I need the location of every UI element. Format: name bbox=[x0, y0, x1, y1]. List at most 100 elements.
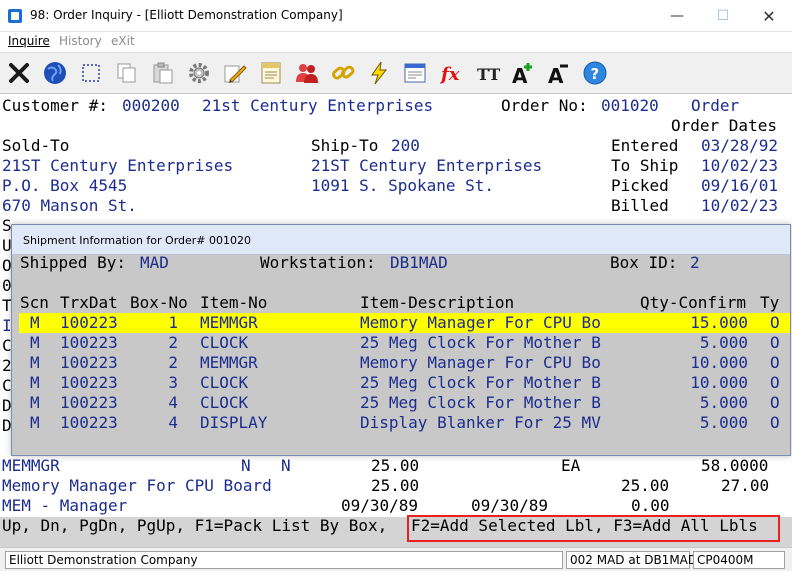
row-cell-date: 100223 bbox=[60, 393, 118, 412]
shipped-by-value: MAD bbox=[140, 253, 169, 272]
col-item-description: Item-Description bbox=[360, 293, 515, 312]
line-date-2: 09/30/89 bbox=[471, 496, 549, 515]
line-value-3: 0.00 bbox=[631, 496, 670, 515]
row-cell-box: 4 bbox=[168, 413, 178, 432]
row-cell-box: 1 bbox=[168, 313, 178, 332]
menu-history[interactable]: History bbox=[59, 34, 102, 48]
row-cell-qty: 10.000 bbox=[690, 373, 748, 392]
notes-icon[interactable] bbox=[255, 57, 287, 89]
row-cell-scn: M bbox=[30, 353, 40, 372]
minimize-button[interactable]: — bbox=[654, 0, 700, 32]
users-icon[interactable] bbox=[291, 57, 323, 89]
date-label-picked: Picked bbox=[611, 176, 669, 195]
sold-to-label: Sold-To bbox=[2, 136, 70, 155]
menu-inquire[interactable]: Inquire bbox=[8, 34, 50, 48]
row-cell-box: 3 bbox=[168, 373, 178, 392]
order-dates-label: Order Dates bbox=[671, 116, 777, 135]
row-cell-desc: Memory Manager For CPU Bo bbox=[360, 353, 601, 372]
settings-icon[interactable] bbox=[183, 57, 215, 89]
row-cell-ty: O bbox=[770, 393, 780, 412]
row-cell-qty: 5.000 bbox=[699, 333, 748, 352]
line-description: Memory Manager For CPU Board bbox=[2, 476, 272, 495]
globe-icon[interactable] bbox=[39, 57, 71, 89]
row-cell-scn: M bbox=[30, 333, 40, 352]
svg-text:fx: fx bbox=[439, 64, 460, 85]
table-row[interactable]: M 100223 3 CLOCK 25 Meg Clock For Mother B 10… bbox=[12, 373, 790, 393]
row-cell-qty: 5.000 bbox=[699, 393, 748, 412]
table-row[interactable]: M 100223 2 CLOCK 25 Meg Clock For Mother B 5.… bbox=[12, 333, 790, 353]
paste-icon[interactable] bbox=[147, 57, 179, 89]
line-value-1: 25.00 bbox=[621, 476, 670, 495]
font-increase-icon[interactable]: A bbox=[507, 57, 539, 89]
date-value-entered: 03/28/92 bbox=[701, 136, 779, 155]
date-value-picked: 09/16/01 bbox=[701, 176, 779, 195]
col-box-no: Box-No bbox=[130, 293, 188, 312]
row-cell-box: 2 bbox=[168, 333, 178, 352]
table-row[interactable]: M 100223 4 CLOCK 25 Meg Clock For Mother B 5.… bbox=[12, 393, 790, 413]
customer-number: 000200 bbox=[122, 96, 180, 115]
line-uom: EA bbox=[561, 456, 581, 475]
help-icon[interactable]: ? bbox=[579, 57, 611, 89]
date-value-billed: 10/02/23 bbox=[701, 196, 779, 215]
select-icon[interactable] bbox=[75, 57, 107, 89]
copy-icon[interactable] bbox=[111, 57, 143, 89]
highlight-box bbox=[407, 515, 780, 542]
form-icon[interactable] bbox=[399, 57, 431, 89]
line-qty: 25.00 bbox=[371, 456, 420, 475]
font-icon[interactable]: TT bbox=[471, 57, 503, 89]
menu-exit[interactable]: eXit bbox=[111, 34, 135, 48]
ship-to-code: 200 bbox=[391, 136, 420, 155]
row-cell-desc: 25 Meg Clock For Mother B bbox=[360, 333, 601, 352]
workstation-value: DB1MAD bbox=[390, 253, 448, 272]
row-cell-qty: 10.000 bbox=[690, 353, 748, 372]
lightning-icon[interactable] bbox=[363, 57, 395, 89]
row-cell-date: 100223 bbox=[60, 333, 118, 352]
row-cell-ty: O bbox=[770, 313, 780, 332]
row-cell-date: 100223 bbox=[60, 413, 118, 432]
menu-exit-label: eXit bbox=[111, 34, 135, 48]
edit-icon[interactable] bbox=[219, 57, 251, 89]
title-bar: 98: Order Inquiry - [Elliott Demonstrati… bbox=[0, 0, 792, 32]
row-cell-date: 100223 bbox=[60, 373, 118, 392]
exit-icon[interactable] bbox=[3, 57, 35, 89]
row-cell-date: 100223 bbox=[60, 353, 118, 372]
col-qty-confirm: Qty-Confirm bbox=[640, 293, 746, 312]
col-scn: Scn bbox=[20, 293, 49, 312]
link-icon[interactable] bbox=[327, 57, 359, 89]
menu-history-label: History bbox=[59, 34, 102, 48]
close-button[interactable]: ✕ bbox=[746, 0, 792, 32]
line-qty-2: 25.00 bbox=[371, 476, 420, 495]
window-title: 98: Order Inquiry - [Elliott Demonstrati… bbox=[30, 8, 343, 22]
ship-to-line-2: 1091 S. Spokane St. bbox=[311, 176, 495, 195]
row-cell-qty: 5.000 bbox=[699, 413, 748, 432]
maximize-button[interactable]: ☐ bbox=[700, 0, 746, 32]
toolbar: fx TT A A ? bbox=[0, 52, 792, 94]
row-cell-item: MEMMGR bbox=[200, 353, 258, 372]
function-keys-left: Up, Dn, PgDn, PgUp, F1=Pack List By Box, bbox=[2, 516, 388, 535]
row-cell-item: MEMMGR bbox=[200, 313, 258, 332]
font-decrease-icon[interactable]: A bbox=[543, 57, 575, 89]
row-cell-date: 100223 bbox=[60, 313, 118, 332]
line-flag-2: N bbox=[281, 456, 291, 475]
customer-name: 21st Century Enterprises bbox=[202, 96, 434, 115]
box-id-value: 2 bbox=[690, 253, 700, 272]
ship-to-line-1: 21ST Century Enterprises bbox=[311, 156, 543, 175]
row-cell-desc: Display Blanker For 25 MV bbox=[360, 413, 601, 432]
status-user: 002 MAD at DB1MAD bbox=[566, 551, 697, 569]
dialog-title-bar: Shipment Information for Order# 001020 bbox=[12, 225, 790, 255]
row-cell-ty: O bbox=[770, 413, 780, 432]
line-price: 58.0000 bbox=[701, 456, 769, 475]
table-row[interactable]: M 100223 2 MEMMGR Memory Manager For CPU Bo 1… bbox=[12, 353, 790, 373]
col-ty: Ty bbox=[760, 293, 780, 312]
shipment-info-dialog: Shipment Information for Order# 001020 S… bbox=[11, 224, 791, 456]
line-value-2: 27.00 bbox=[721, 476, 770, 495]
app-icon bbox=[8, 9, 22, 23]
table-row[interactable]: M 100223 4 DISPLAY Display Blanker For 25 MV… bbox=[12, 413, 790, 433]
shipped-by-label: Shipped By: bbox=[20, 253, 126, 272]
menu-bar: Inquire History eXit bbox=[0, 32, 792, 52]
sold-to-line-1: 21ST Century Enterprises bbox=[2, 156, 234, 175]
row-cell-ty: O bbox=[770, 373, 780, 392]
function-icon[interactable]: fx bbox=[435, 57, 467, 89]
svg-text:?: ? bbox=[591, 65, 600, 83]
table-row[interactable]: M 100223 1 MEMMGR Memory Manager For CPU Bo 1… bbox=[12, 313, 790, 333]
